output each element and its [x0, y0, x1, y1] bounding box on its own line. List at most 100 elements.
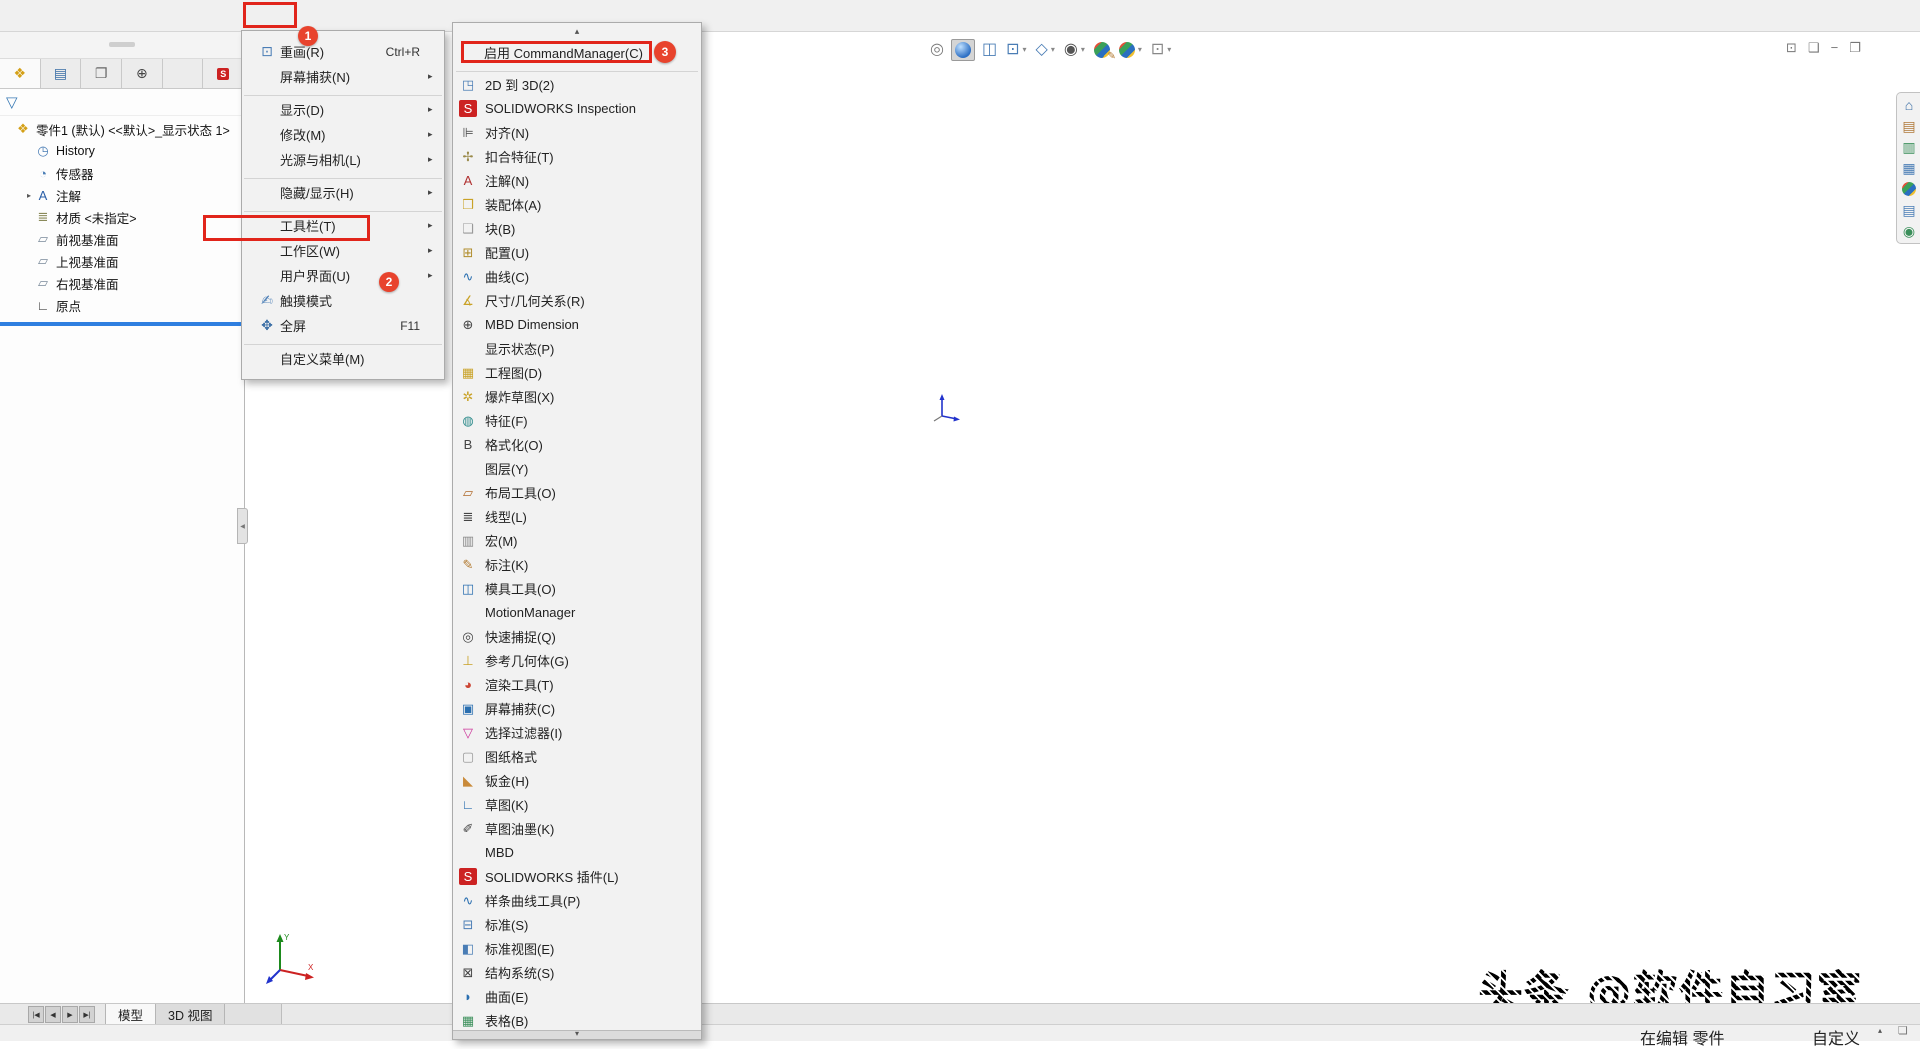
status-dropdown-icon[interactable]: ▴ [1878, 1026, 1882, 1035]
view-menu-item[interactable]: 修改(M) ▸ [242, 122, 444, 147]
tree-item[interactable]: ❖ 零件1 (默认) <<默认>_显示状态 1> [0, 118, 244, 140]
task-pane-tab[interactable]: ▤ [1902, 203, 1915, 217]
toolbar-menu-item[interactable]: 图层(Y) [453, 456, 701, 480]
toolbar-menu-item[interactable]: ◧ 标准视图(E) [453, 936, 701, 960]
dropdown-arrow-icon[interactable]: ▾ [1167, 46, 1171, 54]
scroll-down-icon[interactable]: ▾ [453, 1030, 701, 1039]
view-menu-item[interactable]: ✥ 全屏 F11 [242, 313, 444, 338]
toolbar-menu-item[interactable]: MBD [453, 840, 701, 864]
headsup-button[interactable]: ▾ [1117, 41, 1144, 59]
toolbar-menu-item[interactable]: S SOLIDWORKS 插件(L) [453, 864, 701, 888]
view-menu-item[interactable]: 隐藏/显示(H) ▸ [242, 180, 444, 205]
scroll-up-icon[interactable]: ▴ [453, 23, 701, 40]
dropdown-arrow-icon[interactable]: ▾ [1023, 46, 1027, 54]
tab-nav-button[interactable]: ▶| [79, 1006, 95, 1023]
toolbar-menu-item[interactable]: MotionManager [453, 600, 701, 624]
pane-control-icon[interactable]: ❐ [1849, 40, 1861, 56]
manager-tab[interactable]: ❖ [0, 59, 41, 88]
toolbar-menu-item[interactable]: ▢ 图纸格式 [453, 744, 701, 768]
headsup-button[interactable]: ◉ ▾ [1062, 41, 1087, 59]
toolbar-menu-item[interactable]: ▱ 布局工具(O) [453, 480, 701, 504]
view-menu-item[interactable]: ✍ 触摸模式 [242, 288, 444, 313]
view-menu-item[interactable]: 光源与相机(L) ▸ [242, 147, 444, 172]
tree-item[interactable]: ◔ 传感器 [0, 162, 244, 184]
toolbar-menu-item[interactable]: ≣ 线型(L) [453, 504, 701, 528]
view-menu-item[interactable]: 用户界面(U) ▸ [242, 263, 444, 288]
task-pane-tab[interactable]: ◉ [1903, 224, 1915, 238]
toolbar-menu-item[interactable]: ⊞ 配置(U) [453, 240, 701, 264]
headsup-button[interactable]: ▾ [1092, 41, 1112, 59]
toolbar-menu-item[interactable]: A 注解(N) [453, 168, 701, 192]
document-tab[interactable]: 3D 视图 [156, 1004, 225, 1025]
toolbar-menu-item[interactable]: ∡ 尺寸/几何关系(R) [453, 288, 701, 312]
rollback-bar[interactable] [0, 322, 244, 326]
view-menu-item[interactable]: 显示(D) ▸ [242, 97, 444, 122]
tab-nav-button[interactable]: ◀ [45, 1006, 61, 1023]
tree-filter[interactable]: ▽ [0, 89, 244, 116]
toolbar-menu-item[interactable]: ◕ 渲染工具(T) [453, 672, 701, 696]
manager-tab[interactable]: ⊕ [122, 59, 163, 88]
toolbar-menu-item[interactable]: ◫ 模具工具(O) [453, 576, 701, 600]
view-menu-item[interactable]: 工作区(W) ▸ [242, 238, 444, 263]
pane-control-icon[interactable]: ⊡ [1786, 40, 1797, 56]
toolbar-menu-item[interactable]: ◣ 钣金(H) [453, 768, 701, 792]
toolbar-menu-item[interactable]: ⊠ 结构系统(S) [453, 960, 701, 984]
pane-control-icon[interactable]: ❑ [1808, 40, 1820, 56]
toolbar-menu-item[interactable]: ⊕ MBD Dimension [453, 312, 701, 336]
panel-grip[interactable] [0, 31, 244, 59]
toolbar-menu-item[interactable]: ∿ 曲线(C) [453, 264, 701, 288]
toolbar-menu-item[interactable]: ▽ 选择过滤器(I) [453, 720, 701, 744]
task-pane-tab[interactable] [1902, 182, 1916, 196]
document-tab[interactable]: 模型 [105, 1004, 156, 1025]
manager-tab[interactable]: ❐ [81, 59, 122, 88]
tree-item[interactable]: ▸ A 注解 [0, 184, 244, 206]
task-pane-tab[interactable]: ▥ [1902, 140, 1915, 154]
toolbar-menu-item[interactable]: ◳ 2D 到 3D(2) [453, 72, 701, 96]
dropdown-arrow-icon[interactable]: ▾ [1138, 46, 1142, 54]
toolbar-menu-item[interactable]: ❑ 块(B) [453, 216, 701, 240]
headsup-button[interactable]: ▾ [951, 39, 975, 61]
tab-nav-button[interactable]: |◀ [28, 1006, 44, 1023]
toolbar-menu-item[interactable]: 显示状态(P) [453, 336, 701, 360]
manager-tab[interactable] [163, 59, 204, 88]
headsup-button[interactable]: ⊡ ▾ [1149, 41, 1173, 59]
panel-collapse-handle[interactable]: ◀ [237, 508, 248, 544]
view-menu-item[interactable] [242, 205, 444, 213]
toolbar-menu-item[interactable]: ⊥ 参考几何体(G) [453, 648, 701, 672]
toolbar-menu-item[interactable]: ◍ 特征(F) [453, 408, 701, 432]
task-pane-tab[interactable]: ⌂ [1905, 98, 1913, 112]
task-pane-tab[interactable]: ▤ [1902, 119, 1915, 133]
tree-item[interactable]: ▱ 上视基准面 [0, 250, 244, 272]
view-menu-item[interactable] [242, 172, 444, 180]
status-tag-icon[interactable]: ❏ [1898, 1024, 1908, 1037]
manager-tab[interactable]: ▤ [41, 59, 82, 88]
headsup-button[interactable]: ⊡ ▾ [1004, 41, 1028, 59]
toolbar-menu-item[interactable]: ✎ 标注(K) [453, 552, 701, 576]
view-menu-item[interactable]: 自定义菜单(M) [242, 346, 444, 371]
tree-item[interactable]: ▱ 右视基准面 [0, 272, 244, 294]
tab-nav-button[interactable]: ▶ [62, 1006, 78, 1023]
toolbar-menu-item[interactable]: ▦ 工程图(D) [453, 360, 701, 384]
toolbar-menu-item[interactable]: ⊟ 标准(S) [453, 912, 701, 936]
pane-control-icon[interactable]: − [1831, 40, 1839, 56]
toolbar-menu-item[interactable]: ▥ 宏(M) [453, 528, 701, 552]
toolbar-menu-item[interactable]: ∿ 样条曲线工具(P) [453, 888, 701, 912]
dropdown-arrow-icon[interactable]: ▾ [1051, 46, 1055, 54]
expander-icon[interactable]: ▸ [24, 191, 34, 200]
headsup-button[interactable]: ◇ ▾ [1034, 41, 1057, 59]
manager-tab[interactable]: S [203, 59, 244, 88]
tree-item[interactable]: ◷ History [0, 140, 244, 162]
toolbar-menu-item[interactable]: ⊫ 对齐(N) [453, 120, 701, 144]
toolbar-menu-item[interactable]: ❒ 装配体(A) [453, 192, 701, 216]
toolbar-menu-item[interactable]: S SOLIDWORKS Inspection [453, 96, 701, 120]
status-customize[interactable]: 自定义 [1812, 1025, 1860, 1049]
task-pane-tab[interactable]: ▦ [1902, 161, 1915, 175]
toolbar-menu-item[interactable]: ▣ 屏幕捕获(C) [453, 696, 701, 720]
toolbar-menu-item[interactable]: B 格式化(O) [453, 432, 701, 456]
toolbar-menu-item[interactable]: ◗ 曲面(E) [453, 984, 701, 1008]
headsup-button[interactable]: ◎ ▾ [928, 41, 946, 59]
toolbar-menu-item[interactable]: ✐ 草图油墨(K) [453, 816, 701, 840]
toolbar-menu-item[interactable]: ✲ 爆炸草图(X) [453, 384, 701, 408]
toolbar-menu-item[interactable]: ✢ 扣合特征(T) [453, 144, 701, 168]
view-menu-item[interactable] [242, 89, 444, 97]
